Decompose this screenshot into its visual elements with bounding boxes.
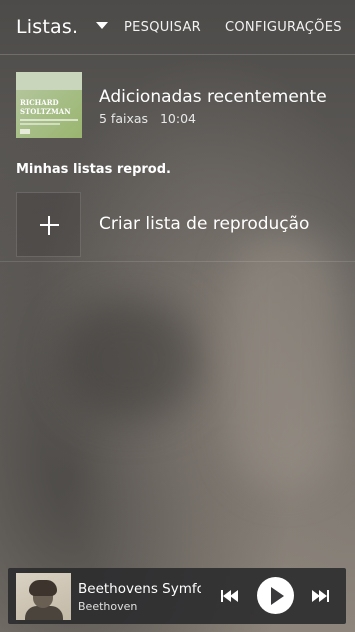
search-button[interactable]: PESQUISAR <box>124 20 201 35</box>
skip-next-icon[interactable] <box>310 587 332 605</box>
cover-artist-line1: RICHARD <box>20 98 59 107</box>
app-bar: Listas. PESQUISAR CONFIGURAÇÕES <box>0 0 355 56</box>
background-blur <box>230 230 340 490</box>
track-count: 5 faixas <box>99 111 149 126</box>
total-duration: 10:04 <box>159 111 196 126</box>
mini-player[interactable]: Beethovens Symfo Beethoven <box>8 568 346 624</box>
play-icon[interactable] <box>257 577 294 614</box>
divider <box>0 54 355 55</box>
playlist-name: Adicionadas recentemente <box>99 87 327 107</box>
background-blur <box>60 300 200 420</box>
track-artist: Beethoven <box>78 600 138 613</box>
divider <box>0 261 355 262</box>
track-title: Beethovens Symfo <box>78 581 201 597</box>
playlist-meta: 5 faixas 10:04 <box>99 111 196 126</box>
create-playlist-label: Criar lista de reprodução <box>99 214 310 234</box>
skip-previous-icon[interactable] <box>219 587 241 605</box>
album-cover: RICHARD STOLTZMAN <box>16 72 82 138</box>
section-title: Minhas listas reprod. <box>16 162 171 177</box>
settings-button[interactable]: CONFIGURAÇÕES <box>225 20 342 35</box>
album-art <box>16 573 71 620</box>
plus-icon <box>16 192 81 257</box>
create-playlist-button[interactable]: Criar lista de reprodução <box>16 192 336 258</box>
page-title[interactable]: Listas. <box>16 16 78 38</box>
dropdown-arrow-icon[interactable] <box>96 22 108 29</box>
cover-artist-line2: STOLTZMAN <box>20 107 71 116</box>
